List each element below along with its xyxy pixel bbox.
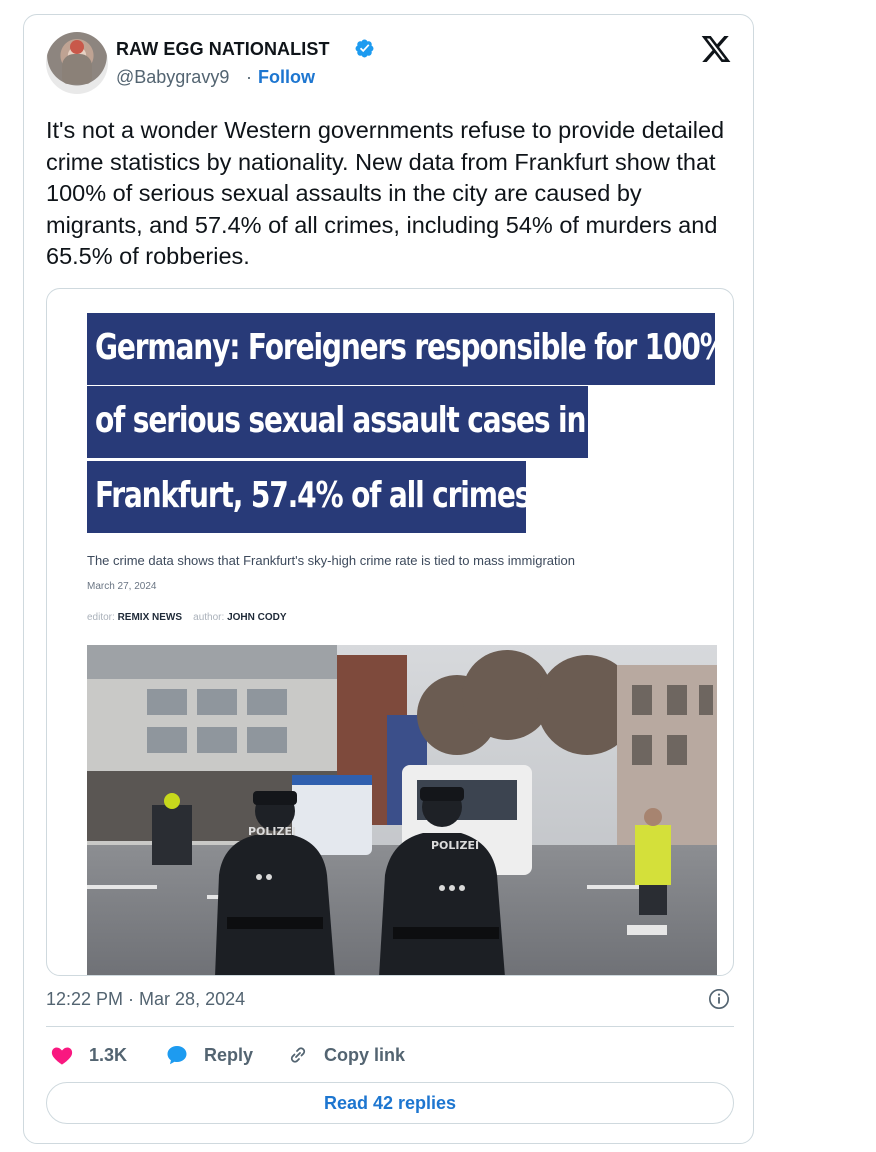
copy-link-button[interactable]: Copy link: [286, 1043, 405, 1067]
x-logo-icon[interactable]: [700, 33, 732, 65]
verified-badge-icon: [355, 39, 374, 58]
police-photo: POLIZEI POLIZEI: [87, 645, 717, 975]
copy-link-label: Copy link: [324, 1044, 406, 1065]
tweet-text: It's not a wonder Western governments re…: [46, 117, 725, 270]
tweet-card: RAW EGG NATIONALIST @Babygravy9 · Follow…: [23, 14, 754, 1144]
headline-line-1: Germany: Foreigners responsible for 100%: [87, 313, 728, 385]
article-image[interactable]: Germany: Foreigners responsible for 100%…: [46, 288, 734, 976]
tweet-timestamp[interactable]: 12:22 PM · Mar 28, 2024: [46, 989, 245, 1010]
article-subheadline: The crime data shows that Frankfurt's sk…: [87, 553, 575, 568]
reply-button[interactable]: Reply: [164, 1043, 253, 1067]
link-icon: [290, 1047, 306, 1063]
headline-line-2: of serious sexual assault cases in: [87, 386, 588, 458]
article-date: March 27, 2024: [87, 581, 157, 592]
info-icon[interactable]: [708, 988, 730, 1010]
reply-bubble-icon: [167, 1046, 187, 1065]
like-button[interactable]: 1.3K: [49, 1043, 127, 1067]
author-handle[interactable]: @Babygravy9: [116, 67, 229, 88]
photo-text-1: POLIZEI: [248, 825, 296, 838]
headline-line-3: Frankfurt, 57.4% of all crimes: [87, 461, 531, 533]
divider: [46, 1026, 734, 1027]
follow-button[interactable]: Follow: [258, 67, 315, 88]
separator-dot: ·: [246, 67, 252, 87]
heart-icon: [51, 1047, 73, 1065]
like-count: 1.3K: [89, 1044, 128, 1065]
reply-label: Reply: [204, 1044, 254, 1065]
read-replies-button[interactable]: Read 42 replies: [46, 1082, 734, 1124]
photo-text-2: POLIZEI: [431, 839, 479, 852]
avatar[interactable]: [46, 32, 108, 94]
author-display-name[interactable]: RAW EGG NATIONALIST: [116, 39, 330, 60]
article-bylines: editor: REMIX NEWS author: JOHN CODY: [87, 612, 287, 623]
